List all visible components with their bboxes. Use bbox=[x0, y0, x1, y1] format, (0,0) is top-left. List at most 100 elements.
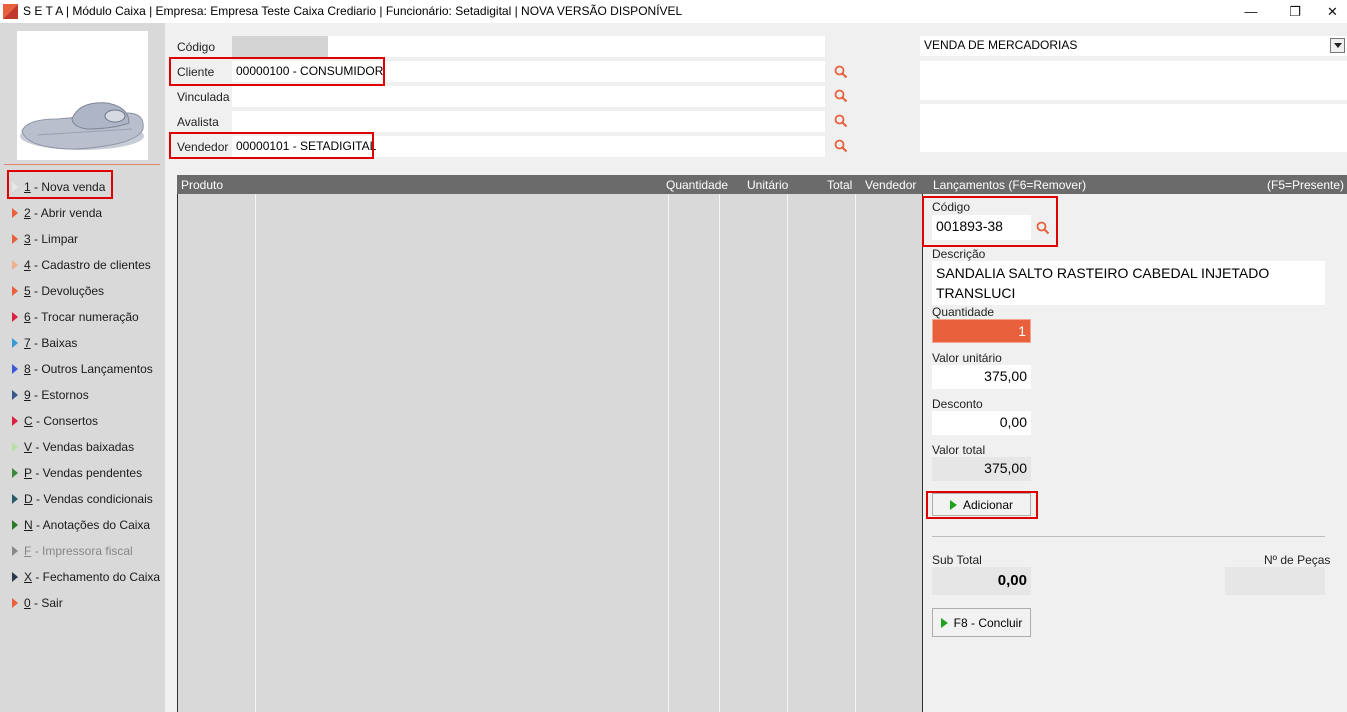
menu-arrow-icon bbox=[12, 416, 18, 426]
subtotal-label: Sub Total bbox=[932, 553, 982, 567]
menu-item[interactable]: N - Anotações do Caixa bbox=[12, 515, 150, 535]
minimize-button[interactable]: — bbox=[1228, 0, 1274, 23]
menu-shortcut-key: C bbox=[24, 414, 33, 428]
menu-arrow-icon bbox=[12, 364, 18, 374]
menu-shortcut-key: 7 bbox=[24, 336, 31, 350]
menu-shortcut-key: D bbox=[24, 492, 33, 506]
menu-item-label: - Devoluções bbox=[30, 284, 105, 298]
operation-select[interactable]: VENDA DE MERCADORIAS bbox=[920, 36, 1347, 56]
menu-arrow-icon bbox=[12, 494, 18, 504]
close-button[interactable]: ✕ bbox=[1318, 0, 1347, 23]
menu-item[interactable]: 0 - Sair bbox=[12, 593, 63, 613]
menu-item-label: - Abrir venda bbox=[30, 206, 103, 220]
menu-item-label: - Cadastro de clientes bbox=[30, 258, 151, 272]
menu-arrow-icon bbox=[12, 260, 18, 270]
avalista-field[interactable] bbox=[232, 111, 825, 132]
valor-unitario-label: Valor unitário bbox=[932, 351, 1002, 365]
pecas-label: Nº de Peças bbox=[1264, 553, 1331, 567]
col-quantidade[interactable]: Quantidade bbox=[666, 178, 728, 192]
menu-item-label: - Fechamento do Caixa bbox=[32, 570, 161, 584]
client-info-box bbox=[920, 61, 1347, 100]
menu-arrow-icon bbox=[12, 208, 18, 218]
grid-column-divider bbox=[855, 194, 856, 712]
menu-shortcut-key: 0 bbox=[24, 596, 31, 610]
menu-arrow-icon bbox=[12, 234, 18, 244]
menu-item[interactable]: X - Fechamento do Caixa bbox=[12, 567, 160, 587]
vinculada-search-icon[interactable] bbox=[834, 89, 848, 103]
menu-arrow-icon bbox=[12, 390, 18, 400]
menu-shortcut-key: 9 bbox=[24, 388, 31, 402]
col-total[interactable]: Total bbox=[827, 178, 852, 192]
restore-button[interactable]: ❐ bbox=[1272, 0, 1318, 23]
grid-column-divider bbox=[787, 194, 788, 712]
desconto-label: Desconto bbox=[932, 397, 983, 411]
col-produto[interactable]: Produto bbox=[181, 178, 223, 192]
menu-item[interactable]: 7 - Baixas bbox=[12, 333, 77, 353]
product-image bbox=[17, 31, 148, 160]
menu-item[interactable]: 8 - Outros Lançamentos bbox=[12, 359, 153, 379]
menu-item[interactable]: 4 - Cadastro de clientes bbox=[12, 255, 151, 275]
grid-column-divider bbox=[719, 194, 720, 712]
sandal-icon bbox=[20, 102, 144, 150]
menu-arrow-icon bbox=[12, 338, 18, 348]
menu-item[interactable]: 5 - Devoluções bbox=[12, 281, 104, 301]
valor-total-label: Valor total bbox=[932, 443, 986, 457]
menu-item-label: - Vendas baixadas bbox=[32, 440, 135, 454]
menu-shortcut-key: 8 bbox=[24, 362, 31, 376]
col-unitario[interactable]: Unitário bbox=[747, 178, 788, 192]
quantidade-input[interactable]: 1 bbox=[932, 319, 1031, 343]
highlight-adicionar bbox=[926, 491, 1038, 519]
col-vendedor[interactable]: Vendedor bbox=[865, 178, 916, 192]
menu-arrow-icon bbox=[12, 468, 18, 478]
highlight-nova-venda bbox=[7, 170, 113, 199]
menu-arrow-icon bbox=[12, 572, 18, 582]
menu-item-label: - Anotações do Caixa bbox=[32, 518, 151, 532]
subtotal-field: 0,00 bbox=[932, 567, 1031, 595]
menu-item[interactable]: F - Impressora fiscal bbox=[12, 541, 133, 561]
quantidade-label: Quantidade bbox=[932, 305, 995, 319]
vinculada-field[interactable] bbox=[232, 86, 825, 107]
concluir-button[interactable]: F8 - Concluir bbox=[932, 608, 1031, 637]
cliente-search-icon[interactable] bbox=[834, 65, 848, 79]
desconto-input[interactable]: 0,00 bbox=[932, 411, 1031, 435]
lancamentos-title: Lançamentos (F6=Remover) bbox=[933, 178, 1087, 192]
dropdown-arrow-icon[interactable] bbox=[1330, 38, 1345, 53]
valor-unitario-input[interactable]: 375,00 bbox=[932, 365, 1031, 389]
menu-item[interactable]: D - Vendas condicionais bbox=[12, 489, 153, 509]
menu-item-label: - Outros Lançamentos bbox=[30, 362, 153, 376]
concluir-label: F8 - Concluir bbox=[953, 615, 1023, 630]
menu-shortcut-key: 6 bbox=[24, 310, 31, 324]
play-icon bbox=[940, 617, 948, 628]
menu-arrow-icon bbox=[12, 442, 18, 452]
menu-item-label: - Vendas pendentes bbox=[32, 466, 143, 480]
vinculada-label: Vinculada bbox=[177, 90, 230, 104]
menu-shortcut-key: 3 bbox=[24, 232, 31, 246]
menu-shortcut-key: P bbox=[24, 466, 33, 480]
menu-arrow-icon bbox=[12, 598, 18, 608]
descricao-field[interactable]: SANDALIA SALTO RASTEIRO CABEDAL INJETADO… bbox=[932, 261, 1325, 305]
menu-shortcut-key: X bbox=[24, 570, 33, 584]
highlight-vendedor bbox=[169, 132, 374, 159]
grid-column-divider bbox=[668, 194, 669, 712]
menu-shortcut-key: 5 bbox=[24, 284, 31, 298]
codigo-field[interactable] bbox=[232, 36, 825, 57]
menu-item[interactable]: 9 - Estornos bbox=[12, 385, 89, 405]
menu-item[interactable]: 3 - Limpar bbox=[12, 229, 78, 249]
avalista-search-icon[interactable] bbox=[834, 114, 848, 128]
app-logo-icon bbox=[3, 4, 18, 19]
items-grid[interactable] bbox=[177, 175, 922, 712]
menu-item[interactable]: V - Vendas baixadas bbox=[12, 437, 134, 457]
menu-item-label: - Impressora fiscal bbox=[31, 544, 133, 558]
menu-item[interactable]: 6 - Trocar numeração bbox=[12, 307, 139, 327]
menu-arrow-icon bbox=[12, 546, 18, 556]
menu-shortcut-key: N bbox=[24, 518, 33, 532]
operation-select-value: VENDA DE MERCADORIAS bbox=[924, 38, 1078, 52]
title-bar: S E T A | Módulo Caixa | Empresa: Empres… bbox=[0, 0, 1347, 23]
menu-item[interactable]: 2 - Abrir venda bbox=[12, 203, 102, 223]
menu-item-label: - Consertos bbox=[32, 414, 99, 428]
menu-item[interactable]: C - Consertos bbox=[12, 411, 98, 431]
menu-item[interactable]: P - Vendas pendentes bbox=[12, 463, 142, 483]
vendedor-search-icon[interactable] bbox=[834, 139, 848, 153]
highlight-codigo bbox=[922, 196, 1058, 247]
descricao-label: Descrição bbox=[932, 247, 986, 261]
